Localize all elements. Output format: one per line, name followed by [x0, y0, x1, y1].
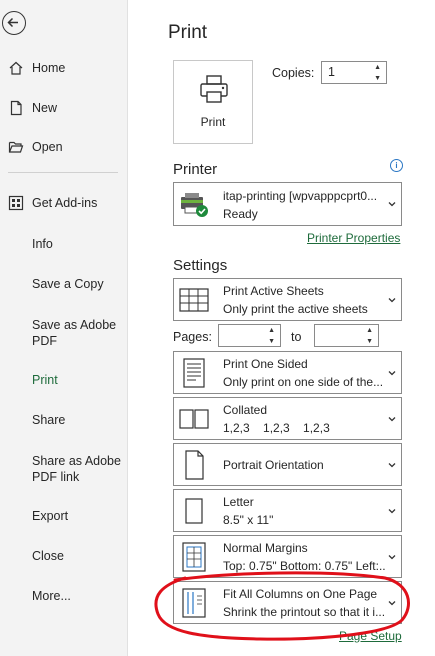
chevron-down-icon	[388, 508, 396, 513]
open-folder-icon	[8, 139, 24, 155]
sidebar-item-label: Home	[32, 61, 66, 75]
sidebar-divider	[8, 172, 118, 173]
setting-title: Normal Margins	[223, 541, 308, 555]
chevron-down-icon	[388, 202, 396, 207]
setting-description: Shrink the printout so that it i...	[223, 605, 385, 619]
info-icon[interactable]: i	[390, 159, 403, 172]
pages-to-label: to	[291, 330, 302, 344]
sidebar-item-close[interactable]: Close	[32, 549, 64, 563]
chevron-down-icon	[388, 554, 396, 559]
setting-title: Fit All Columns on One Page	[223, 587, 378, 601]
sheets-grid-icon	[179, 287, 209, 312]
stepper-down-icon[interactable]: ▼	[366, 338, 373, 345]
stepper-up-icon[interactable]: ▲	[374, 64, 381, 71]
fit-columns-icon	[182, 587, 206, 618]
sidebar-item-share-as-adobe-pdf-link[interactable]: Share as Adobe PDF link	[32, 453, 127, 485]
sidebar-item-share[interactable]: Share	[32, 413, 65, 427]
portrait-page-icon	[185, 449, 204, 480]
stepper-down-icon[interactable]: ▼	[374, 75, 381, 82]
sidebar-item-label: New	[32, 101, 58, 115]
sidebar-item-more[interactable]: More...	[32, 589, 71, 603]
pages-from-stepper[interactable]: ▲ ▼	[218, 324, 281, 347]
add-ins-grid-icon	[8, 195, 24, 211]
collation-select[interactable]: Collated 1,2,3 1,2,3 1,2,3	[173, 397, 402, 440]
sidebar-item-home[interactable]: Home	[0, 53, 127, 83]
printer-select[interactable]: itap-printing [wpvapppcprt0... Ready	[173, 182, 402, 226]
printer-ready-icon	[181, 193, 208, 217]
home-icon	[8, 60, 24, 76]
copies-label: Copies:	[272, 66, 315, 80]
sidebar-item-save-as-adobe-pdf[interactable]: Save as Adobe PDF	[32, 317, 127, 349]
page-title: Print	[168, 22, 208, 43]
back-arrow-icon[interactable]	[2, 11, 26, 35]
print-button[interactable]: Print	[173, 60, 253, 144]
stepper-up-icon[interactable]: ▲	[366, 327, 373, 334]
chevron-down-icon	[388, 600, 396, 605]
setting-title: Print One Sided	[223, 357, 308, 371]
letter-page-icon	[185, 497, 203, 524]
paper-size-select[interactable]: Letter 8.5" x 11"	[173, 489, 402, 532]
setting-title: Letter	[223, 495, 254, 509]
setting-title: Print Active Sheets	[223, 284, 324, 298]
printer-name: itap-printing [wpvapppcprt0...	[223, 189, 378, 203]
settings-heading: Settings	[173, 257, 228, 274]
page-setup-link[interactable]: Page Setup	[339, 629, 402, 643]
setting-description: 8.5" x 11"	[223, 513, 274, 527]
pages-label: Pages:	[173, 330, 212, 344]
copies-stepper[interactable]: 1 ▲ ▼	[321, 61, 387, 84]
sidebar-item-info[interactable]: Info	[32, 237, 53, 251]
sidebar-item-open[interactable]: Open	[0, 132, 127, 162]
backstage-sidebar: Home New Open Get Add-ins Info Save a Co…	[0, 0, 128, 656]
setting-title: Portrait Orientation	[223, 457, 324, 472]
chevron-down-icon	[388, 416, 396, 421]
orientation-select[interactable]: Portrait Orientation	[173, 443, 402, 486]
setting-description: Only print on one side of the...	[223, 375, 384, 389]
one-sided-page-icon	[183, 357, 205, 388]
chevron-down-icon	[388, 462, 396, 467]
sidebar-item-print[interactable]: Print	[32, 373, 58, 387]
sidebar-item-label: Open	[32, 140, 63, 154]
collated-icon	[179, 408, 209, 429]
stepper-down-icon[interactable]: ▼	[268, 338, 275, 345]
stepper-up-icon[interactable]: ▲	[268, 327, 275, 334]
setting-description: Only print the active sheets	[223, 302, 368, 316]
sidebar-item-new[interactable]: New	[0, 93, 127, 123]
sides-select[interactable]: Print One Sided Only print on one side o…	[173, 351, 402, 394]
setting-title: Collated	[223, 403, 268, 417]
sidebar-item-save-a-copy[interactable]: Save a Copy	[32, 277, 104, 291]
pages-to-stepper[interactable]: ▲ ▼	[314, 324, 379, 347]
sidebar-item-export[interactable]: Export	[32, 509, 68, 523]
scaling-select[interactable]: Fit All Columns on One Page Shrink the p…	[173, 581, 402, 624]
print-button-label: Print	[200, 115, 226, 129]
margins-select[interactable]: Normal Margins Top: 0.75" Bottom: 0.75" …	[173, 535, 402, 578]
setting-description: Top: 0.75" Bottom: 0.75" Left:...	[223, 559, 385, 573]
printer-properties-link[interactable]: Printer Properties	[307, 231, 400, 245]
print-what-select[interactable]: Print Active Sheets Only print the activ…	[173, 278, 402, 321]
setting-description: 1,2,3 1,2,3 1,2,3	[223, 421, 330, 435]
new-document-icon	[8, 100, 24, 116]
sidebar-item-label: Get Add-ins	[32, 196, 98, 210]
printer-icon	[200, 75, 228, 103]
chevron-down-icon	[388, 297, 396, 302]
sidebar-item-get-add-ins[interactable]: Get Add-ins	[0, 188, 127, 218]
printer-status: Ready	[223, 207, 258, 221]
chevron-down-icon	[388, 370, 396, 375]
margins-icon	[182, 541, 206, 572]
copies-value: 1	[328, 65, 335, 79]
printer-heading: Printer	[173, 161, 218, 178]
